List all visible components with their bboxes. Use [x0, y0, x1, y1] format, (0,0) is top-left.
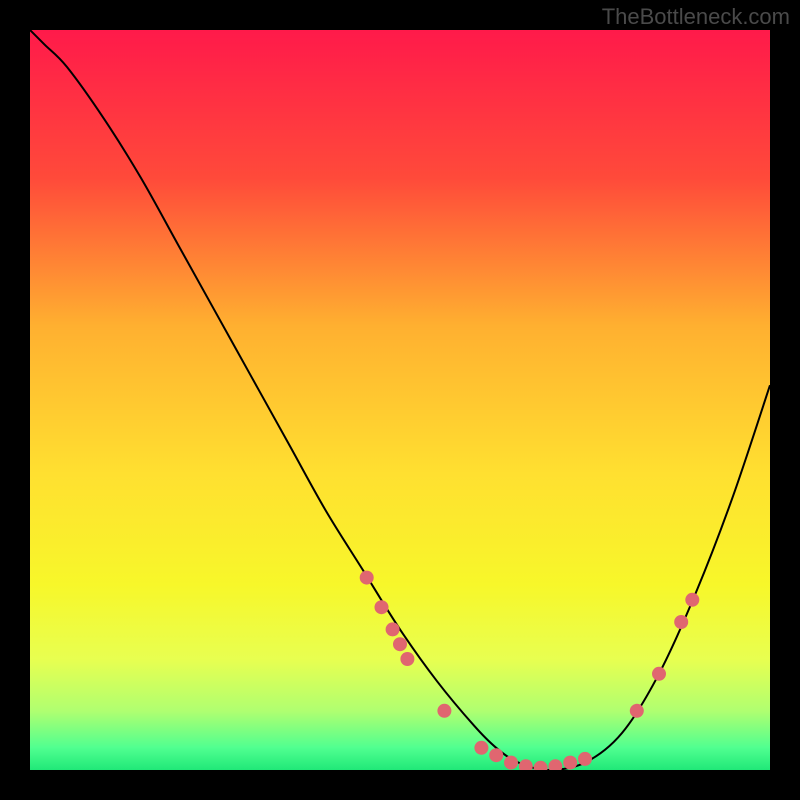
data-marker — [685, 593, 699, 607]
data-marker — [393, 637, 407, 651]
curve-layer — [30, 30, 770, 770]
data-marker — [674, 615, 688, 629]
data-marker — [437, 704, 451, 718]
data-marker — [400, 652, 414, 666]
data-marker — [534, 761, 548, 770]
watermark-text: TheBottleneck.com — [602, 4, 790, 30]
data-marker — [375, 600, 389, 614]
bottleneck-curve — [30, 30, 770, 770]
data-marker — [652, 667, 666, 681]
data-marker — [360, 571, 374, 585]
chart-container — [30, 30, 770, 770]
data-marker — [489, 748, 503, 762]
data-marker — [519, 759, 533, 770]
data-marker — [630, 704, 644, 718]
data-marker — [504, 756, 518, 770]
data-markers — [360, 571, 700, 770]
data-marker — [474, 741, 488, 755]
data-marker — [578, 752, 592, 766]
data-marker — [563, 756, 577, 770]
data-marker — [548, 759, 562, 770]
data-marker — [386, 622, 400, 636]
